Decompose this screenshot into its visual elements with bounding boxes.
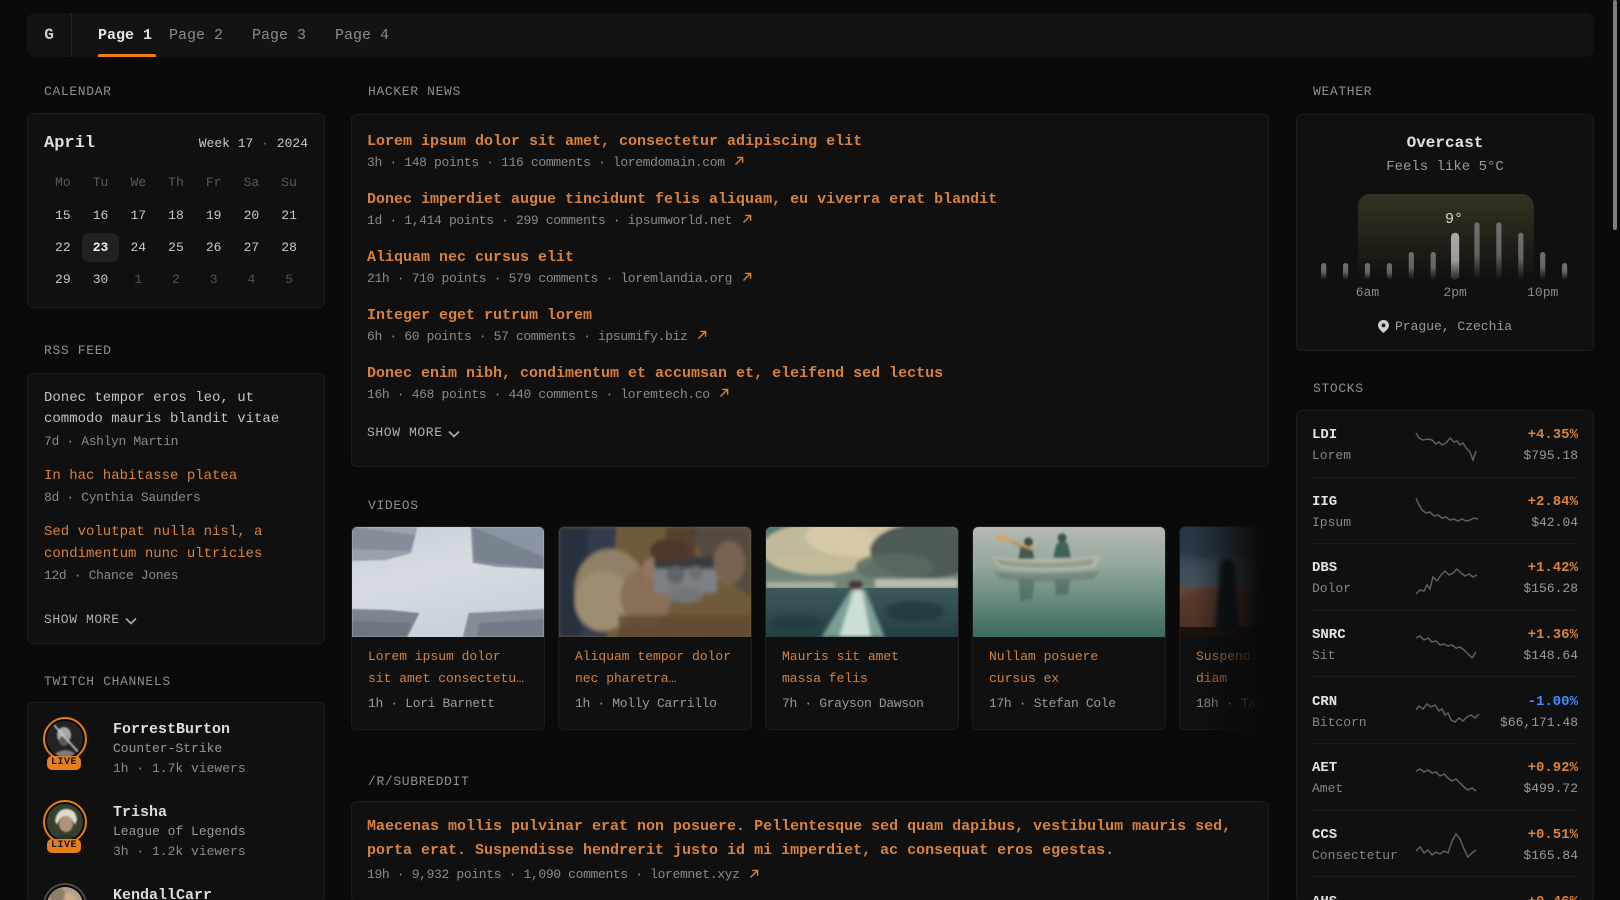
svg-text:9°: 9° <box>1445 211 1463 228</box>
